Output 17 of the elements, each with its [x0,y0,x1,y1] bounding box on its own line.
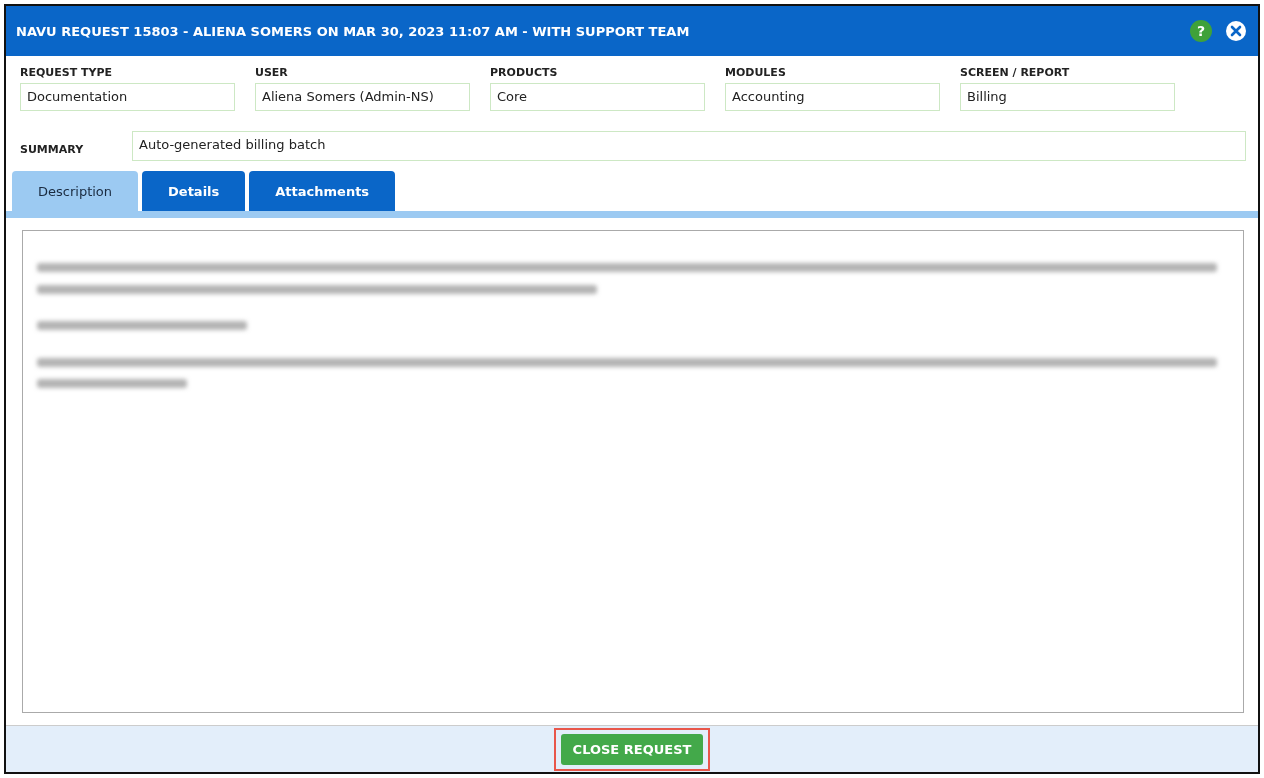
input-field[interactable]: Documentation [20,83,235,111]
field-label: USER [255,66,289,79]
close-icon[interactable] [1226,21,1246,41]
input-field[interactable]: Core [490,83,705,111]
field-label: SCREEN / REPORT [960,66,1071,79]
field-label: PRODUCTS [490,66,559,79]
field-label: REQUEST TYPE [20,66,114,79]
input-field[interactable]: Aliena Somers (Admin-NS) [255,83,470,111]
field-label: SUMMARY [20,141,85,156]
window-title: NAVU REQUEST 15803 - ALIENA SOMERS ON MAR 30, 2023 11:07 AM - WITH SUPPORT TEAM [16,23,691,39]
tab[interactable]: Attachments [249,171,396,211]
input-field[interactable]: Accounting [725,83,940,111]
tab[interactable]: Description [12,171,139,211]
summary-field[interactable]: Auto-generated billing batch [132,131,1246,161]
tab[interactable]: Details [142,171,246,211]
field-label: MODULES [725,66,787,79]
input-field[interactable]: Billing [960,83,1175,111]
